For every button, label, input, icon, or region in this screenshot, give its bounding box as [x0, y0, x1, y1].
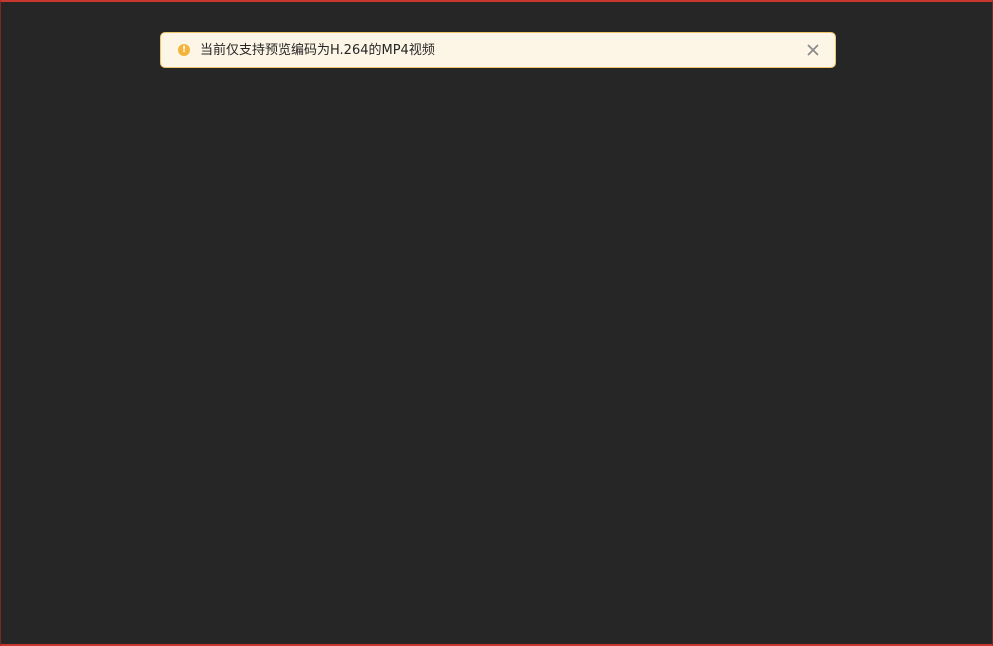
video-preview-viewer: ! 当前仅支持预览编码为H.264的MP4视频	[0, 0, 993, 646]
exclamation-circle-icon: !	[178, 44, 190, 56]
warning-alert: ! 当前仅支持预览编码为H.264的MP4视频	[160, 32, 836, 68]
alert-message: 当前仅支持预览编码为H.264的MP4视频	[200, 42, 435, 58]
video-stage	[1, 82, 992, 642]
close-icon[interactable]	[805, 42, 821, 58]
